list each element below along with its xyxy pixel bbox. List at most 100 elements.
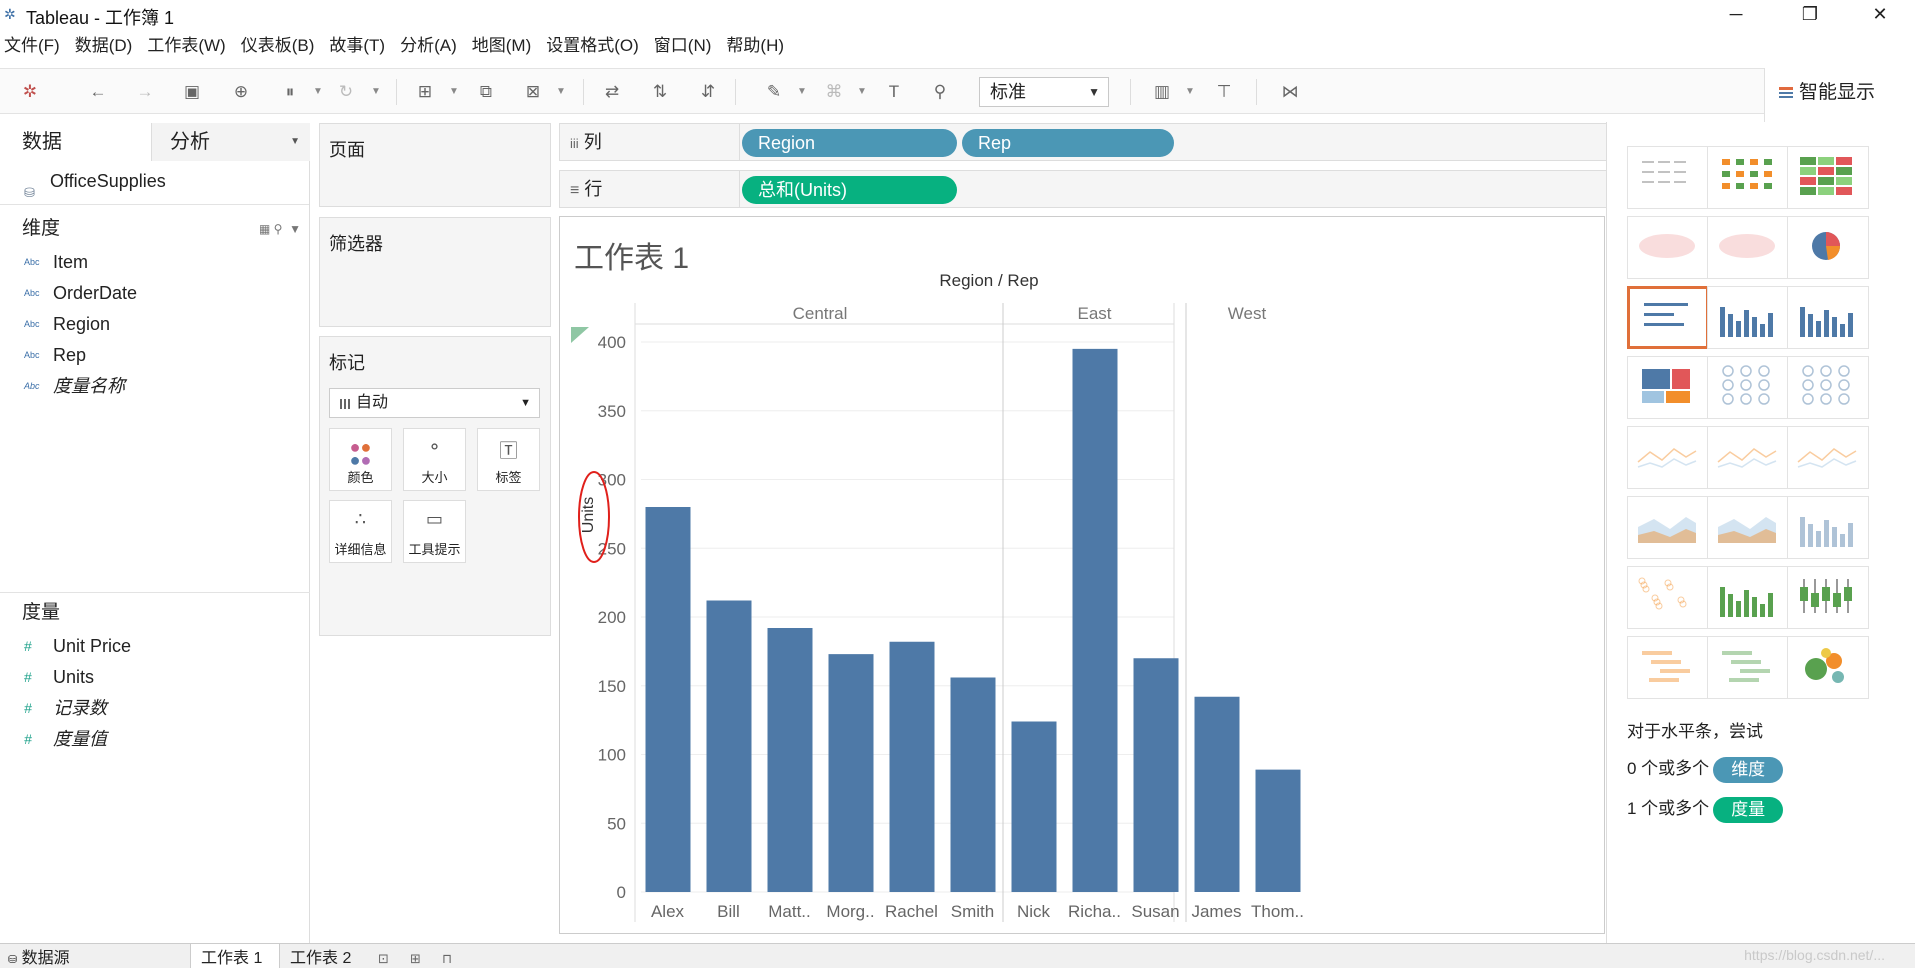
- color-button[interactable]: ●● ●● 颜色: [329, 428, 392, 491]
- show-me-line-continuous[interactable]: [1707, 426, 1789, 489]
- chevron-down-icon[interactable]: ▼: [1185, 80, 1195, 104]
- menu-dashboard[interactable]: 仪表板(B): [241, 32, 315, 60]
- group-members-icon[interactable]: ⌘: [822, 80, 846, 104]
- smart-show-button[interactable]: 智能显示: [1764, 68, 1915, 122]
- view-search-tools[interactable]: ▦ ⚲ ▼: [259, 211, 301, 247]
- field-region[interactable]: Abc Region: [0, 309, 309, 340]
- highlight-icon[interactable]: ✎: [762, 80, 786, 104]
- datasource-item[interactable]: ⛁ OfficeSupplies: [0, 161, 309, 205]
- new-datasource-icon[interactable]: ⊕: [229, 80, 253, 104]
- menu-file[interactable]: 文件(F): [4, 32, 60, 60]
- chevron-down-icon[interactable]: ▼: [797, 80, 807, 104]
- show-me-highlight-table[interactable]: [1787, 146, 1869, 209]
- show-me-side-by-side-circles[interactable]: [1787, 356, 1869, 419]
- menu-format[interactable]: 设置格式(O): [546, 32, 639, 60]
- pill-region[interactable]: Region: [742, 129, 957, 157]
- undo-icon[interactable]: ←: [86, 80, 110, 104]
- new-sheet-icon[interactable]: ⊞: [413, 80, 437, 104]
- show-me-heat-map[interactable]: [1707, 146, 1789, 209]
- menu-worksheet[interactable]: 工作表(W): [147, 32, 225, 60]
- minimize-button[interactable]: ─: [1706, 0, 1766, 28]
- pill-sum-units[interactable]: 总和(Units): [742, 176, 957, 204]
- new-dashboard-tab-icon[interactable]: ⊞: [410, 944, 421, 968]
- pill-rep[interactable]: Rep: [962, 129, 1174, 157]
- show-me-line-discrete[interactable]: [1627, 426, 1709, 489]
- pages-card[interactable]: 页面: [319, 123, 551, 207]
- chevron-down-icon[interactable]: ▼: [313, 80, 323, 104]
- show-me-stacked-bars[interactable]: [1707, 286, 1789, 349]
- show-me-scatter-plot[interactable]: [1627, 566, 1709, 629]
- new-story-tab-icon[interactable]: ⊓: [442, 944, 452, 968]
- show-cards-icon[interactable]: ▥: [1150, 80, 1174, 104]
- menu-story[interactable]: 故事(T): [329, 32, 385, 60]
- show-me-circle-view[interactable]: [1707, 356, 1789, 419]
- chevron-down-icon[interactable]: ▼: [371, 80, 381, 104]
- refresh-icon[interactable]: ↻: [334, 80, 358, 104]
- tab-sheet-2[interactable]: 工作表 2: [290, 944, 351, 968]
- tableau-home-icon[interactable]: ✲: [18, 80, 42, 104]
- close-button[interactable]: ✕: [1850, 0, 1910, 28]
- restore-button[interactable]: ❐: [1780, 0, 1840, 28]
- field-orderdate[interactable]: Abc OrderDate: [0, 278, 309, 309]
- field-units[interactable]: # Units: [0, 662, 310, 693]
- sort-descending-icon[interactable]: ⇵: [696, 80, 720, 104]
- swap-rows-columns-icon[interactable]: ⇄: [600, 80, 624, 104]
- field-measure-values[interactable]: # 度量值: [0, 724, 310, 755]
- menu-analysis[interactable]: 分析(A): [400, 32, 457, 60]
- field-measure-names[interactable]: Abc 度量名称: [0, 371, 309, 402]
- duplicate-sheet-icon[interactable]: ⧉: [474, 80, 498, 104]
- field-rep[interactable]: Abc Rep: [0, 340, 309, 371]
- show-me-dual-line[interactable]: [1787, 426, 1869, 489]
- save-icon[interactable]: ▣: [180, 80, 204, 104]
- show-me-bullet-graph[interactable]: [1707, 636, 1789, 699]
- show-me-dual-combination[interactable]: [1787, 496, 1869, 559]
- filters-card[interactable]: 筛选器: [319, 217, 551, 327]
- field-record-count[interactable]: # 记录数: [0, 693, 310, 724]
- fit-select[interactable]: 标准 ▼: [979, 77, 1109, 107]
- chevron-down-icon[interactable]: ▼: [857, 80, 867, 104]
- show-me-pie-chart[interactable]: [1787, 216, 1869, 279]
- show-me-side-by-side-bars[interactable]: [1787, 286, 1869, 349]
- detail-button[interactable]: ∴ 详细信息: [329, 500, 392, 563]
- clear-sheet-icon[interactable]: ⊠: [521, 80, 545, 104]
- show-me-treemap[interactable]: [1627, 356, 1709, 419]
- mark-type-select[interactable]: 自动 ▼: [329, 388, 540, 418]
- bar: [1133, 658, 1179, 892]
- sort-ascending-icon[interactable]: ⇅: [648, 80, 672, 104]
- label-button[interactable]: 🅃 标签: [477, 428, 540, 491]
- menu-map[interactable]: 地图(M): [472, 32, 531, 60]
- new-sheet-tab-icon[interactable]: ⊡: [378, 944, 389, 968]
- show-me-histogram[interactable]: [1707, 566, 1789, 629]
- chevron-down-icon[interactable]: ▼: [449, 80, 459, 104]
- show-me-area-continuous[interactable]: [1707, 496, 1789, 559]
- show-me-text-table[interactable]: [1627, 146, 1709, 209]
- tab-sheet-1[interactable]: 工作表 1: [190, 944, 280, 968]
- show-me-filled-map[interactable]: [1707, 216, 1789, 279]
- share-icon[interactable]: ⋈: [1278, 80, 1302, 104]
- tooltip-button[interactable]: ▭ 工具提示: [403, 500, 466, 563]
- show-me-symbol-map[interactable]: [1627, 216, 1709, 279]
- redo-icon[interactable]: →: [133, 80, 157, 104]
- tab-data[interactable]: 数据: [0, 123, 152, 161]
- show-me-packed-bubbles[interactable]: [1787, 636, 1869, 699]
- label-label: 标签: [495, 470, 522, 485]
- show-mark-labels-icon[interactable]: T: [882, 80, 906, 104]
- menu-help[interactable]: 帮助(H): [726, 32, 784, 60]
- show-me-horizontal-bars[interactable]: [1627, 286, 1709, 349]
- tab-datasource[interactable]: ⛁ 数据源: [8, 944, 70, 968]
- fix-axes-icon[interactable]: ⚲: [928, 80, 952, 104]
- show-me-box-plot[interactable]: [1787, 566, 1869, 629]
- tab-analysis[interactable]: 分析 ▼: [152, 123, 310, 161]
- show-me-area-discrete[interactable]: [1627, 496, 1709, 559]
- marks-title: 标记: [329, 353, 365, 373]
- measures-header: 度量: [0, 595, 310, 631]
- size-button[interactable]: ⚬ 大小: [403, 428, 466, 491]
- field-unit-price[interactable]: # Unit Price: [0, 631, 310, 662]
- show-me-gantt-chart[interactable]: [1627, 636, 1709, 699]
- chevron-down-icon[interactable]: ▼: [556, 80, 566, 104]
- menu-data[interactable]: 数据(D): [75, 32, 133, 60]
- presentation-mode-icon[interactable]: ⊤: [1212, 80, 1236, 104]
- menu-window[interactable]: 窗口(N): [654, 32, 712, 60]
- pause-updates-icon[interactable]: ⏸: [278, 80, 302, 104]
- field-item[interactable]: Abc Item: [0, 247, 309, 278]
